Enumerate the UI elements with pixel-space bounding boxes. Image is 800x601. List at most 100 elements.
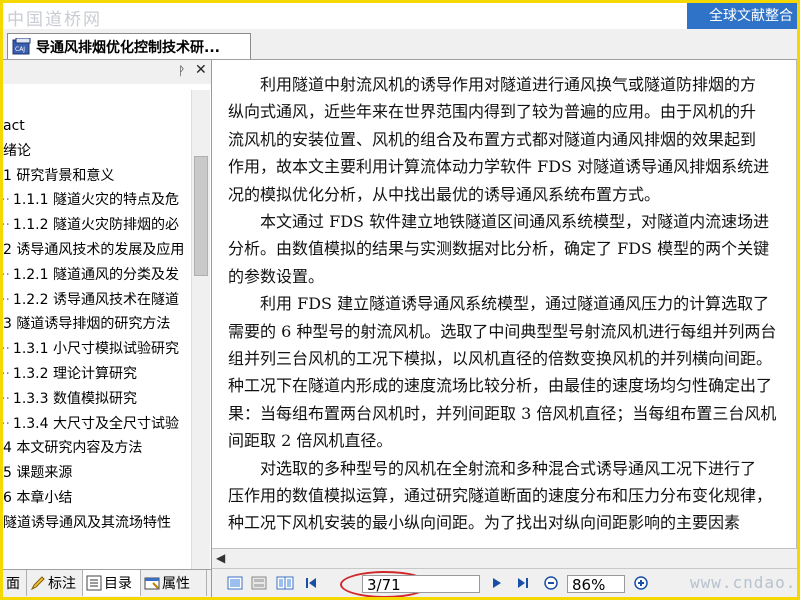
- tree-connector: ··: [3, 390, 10, 407]
- panel-header: ᚹ ✕: [3, 60, 211, 84]
- toc-item[interactable]: ··1.3.1 小尺寸模拟试验研究: [3, 338, 179, 360]
- contents-list-icon: [86, 575, 102, 591]
- document-text-line: 流风机的安装位置、风机的组合及布置方式都对隧道内通风排烟的效果起到: [228, 129, 757, 149]
- tree-connector: ··: [3, 266, 10, 283]
- toc-item[interactable]: ··1.1.2 隧道火灾防排烟的必: [3, 214, 179, 236]
- scrollbar-thumb[interactable]: [194, 156, 208, 276]
- toc-item-label: 隧道诱导通风及其流场特性: [3, 514, 171, 531]
- document-text-line: 果：当每组布置两台风机时，并列间距取 3 倍风机直径；当每组布置三台风机: [228, 403, 777, 423]
- tab-pages[interactable]: 面: [3, 570, 27, 596]
- close-icon[interactable]: ✕: [195, 62, 207, 78]
- svg-text:CAJ: CAJ: [15, 46, 25, 53]
- toc-item-label: 1.2.2 诱导通风技术在隧道: [12, 291, 179, 308]
- document-text-line: 利用隧道中射流风机的诱导作用对隧道进行通风换气或隧道防排烟的方: [228, 75, 757, 94]
- viewer-edge: [796, 60, 798, 550]
- toc-item-label: 5 课题来源: [3, 465, 73, 482]
- navigation-toolbar: 3/71 86% www.cndao.com: [212, 568, 800, 598]
- toc-item-label: 1.3.1 小尺寸模拟试验研究: [12, 341, 179, 358]
- toc-item[interactable]: 1 研究背景和意义: [3, 165, 114, 187]
- toc-item[interactable]: 绪论: [3, 140, 31, 162]
- caj-document-icon: CAJ: [12, 37, 32, 56]
- toc-item-label: 1 研究背景和意义: [3, 167, 115, 184]
- toc-item-label: 1.3.3 数值模拟研究: [12, 390, 137, 407]
- banner-link[interactable]: 全球文献整合: [687, 3, 800, 29]
- toc-item-label: 1.1.2 隧道火灾防排烟的必: [12, 217, 179, 234]
- toc-item[interactable]: 3 隧道诱导排烟的研究方法: [3, 313, 170, 335]
- scroll-left-arrow-icon[interactable]: ◀: [216, 551, 225, 565]
- properties-icon: [144, 575, 160, 591]
- toc-item-label: 2 诱导通风技术的发展及应用: [3, 242, 185, 258]
- tree-connector: ··: [3, 192, 10, 209]
- tree-connector: ··: [3, 217, 10, 234]
- toc-item-label: 1.3.2 理论计算研究: [12, 366, 137, 382]
- panel-tabs: 面 标注 目录 属性: [3, 569, 211, 598]
- page-number-input[interactable]: 3/71: [362, 575, 480, 594]
- toc-item[interactable]: 2 诱导通风技术的发展及应用: [3, 239, 184, 261]
- document-text-line: 况的模拟优化分析，从中找出最优的诱导通风系统布置方式。: [228, 184, 661, 204]
- toc-item[interactable]: ··1.3.3 数值模拟研究: [3, 388, 137, 410]
- toc-item[interactable]: ··1.3.2 理论计算研究: [3, 363, 137, 385]
- toc-item[interactable]: 4 本文研究内容及方法: [3, 437, 142, 459]
- document-text-line: 压作用的数值模拟运算，通过研究隧道断面的速度分布和压力分布变化规律，: [228, 486, 773, 505]
- document-text-line: 对选取的多种型号的风机在全射流和多种混合式诱导通风工况下进行了: [228, 458, 757, 478]
- tree-connector: ··: [3, 291, 10, 308]
- document-text-line: 组并列三台风机的工况下模拟，以风机直径的倍数变换风机的并列横向间距。: [228, 349, 773, 368]
- facing-pages-icon[interactable]: [276, 575, 294, 591]
- toc-item[interactable]: ··1.3.4 大尺寸及全尺寸试验: [3, 413, 179, 435]
- document-tab[interactable]: CAJ 导通风排烟优化控制技术研...: [7, 33, 251, 59]
- pencil-icon: [30, 575, 46, 591]
- tab-contents[interactable]: 目录: [83, 570, 141, 596]
- toc-list: act绪论1 研究背景和意义··1.1.1 隧道火灾的特点及危··1.1.2 隧…: [3, 115, 189, 601]
- tree-connector: ··: [3, 415, 10, 432]
- toc-item[interactable]: act: [3, 115, 25, 137]
- toc-item-label: 1.2.1 隧道通风的分类及发: [12, 266, 179, 283]
- toc-item-label: 1.1.1 隧道火灾的特点及危: [12, 192, 179, 209]
- document-text-line: 利用 FDS 建立隧道诱导通风系统模型，通过隧道通风压力的计算选取了: [228, 294, 770, 314]
- next-page-icon[interactable]: [488, 575, 506, 591]
- toc-item-label: 4 本文研究内容及方法: [3, 440, 143, 457]
- zoom-level-input[interactable]: 86%: [567, 575, 625, 594]
- document-text-line: 需要的 6 种型号的射流风机。选取了中间典型型号射流风机进行每组并列两台: [228, 321, 777, 341]
- single-page-view-icon[interactable]: [226, 575, 244, 591]
- last-page-icon[interactable]: [514, 575, 532, 591]
- continuous-view-icon[interactable]: [250, 575, 268, 591]
- zoom-in-icon[interactable]: [632, 575, 650, 591]
- toc-item[interactable]: 6 本章小结: [3, 487, 72, 509]
- tab-annotations[interactable]: 标注: [27, 570, 83, 596]
- toc-item-label: 绪论: [3, 142, 31, 159]
- document-text-line: 纵向式通风，近些年来在世界范围内得到了较为普遍的应用。由于风机的升: [228, 102, 757, 122]
- toc-item[interactable]: 5 课题来源: [3, 462, 72, 484]
- toc-item[interactable]: ··1.1.1 隧道火灾的特点及危: [3, 189, 179, 211]
- toc-item-label: act: [3, 118, 25, 134]
- toc-item-label: 1.3.4 大尺寸及全尺寸试验: [12, 415, 179, 432]
- toc-item[interactable]: ··1.2.1 隧道通风的分类及发: [3, 264, 179, 286]
- document-tab-title: 导通风排烟优化控制技术研...: [36, 39, 220, 56]
- tab-properties-label: 属性: [162, 576, 190, 592]
- pin-icon[interactable]: ᚹ: [178, 64, 185, 78]
- tab-contents-label: 目录: [104, 576, 132, 592]
- document-text-line: 间距取 2 倍风机直径。: [228, 431, 393, 451]
- toc-item[interactable]: 隧道诱导通风及其流场特性: [3, 512, 171, 534]
- document-viewer[interactable]: 利用隧道中射流风机的诱导作用对隧道进行通风换气或隧道防排烟的方 纵向式通风，近些年…: [212, 60, 797, 548]
- contents-panel: ᚹ ✕ act绪论1 研究背景和意义··1.1.1 隧道火灾的特点及危··1.1…: [3, 60, 212, 598]
- toc-item-label: 6 本章小结: [3, 490, 73, 506]
- tab-annotations-label: 标注: [48, 576, 76, 592]
- horizontal-scrollbar[interactable]: ◀: [212, 548, 797, 569]
- document-text-line: 作用，故本文主要利用计算流体动力学软件 FDS 对隧道诱导通风排烟系统进: [228, 157, 770, 177]
- site-logo: 中国道桥网: [7, 10, 102, 30]
- toc-item[interactable]: ··1.2.2 诱导通风技术在隧道: [3, 289, 179, 311]
- tree-connector: ··: [3, 366, 10, 382]
- watermark: www.cndao.com: [690, 573, 800, 592]
- zoom-out-icon[interactable]: [542, 575, 560, 591]
- document-text-line: 分析。由数值模拟的结果与实测数据对比分析，确定了 FDS 模型的两个关键: [228, 239, 770, 259]
- toc-item-label: 3 隧道诱导排烟的研究方法: [3, 316, 171, 333]
- vertical-scrollbar[interactable]: ⌄: [191, 90, 210, 587]
- tree-connector: ··: [3, 341, 10, 358]
- tab-properties[interactable]: 属性: [141, 570, 207, 596]
- document-text-line: 种工况下风机安装的最小纵向间距。为了找出对纵向间距影响的主要因素: [228, 513, 741, 533]
- document-text-line: 本文通过 FDS 软件建立地铁隧道区间通风系统模型，对隧道内流速场进: [228, 212, 770, 231]
- tab-pages-label: 面: [6, 576, 20, 592]
- first-page-icon[interactable]: [302, 575, 320, 591]
- document-text-line: 种工况下在隧道内形成的速度流场比较分析，由最佳的速度场均匀性确定出了: [228, 376, 773, 396]
- tab-bar: CAJ 导通风排烟优化控制技术研...: [3, 29, 797, 60]
